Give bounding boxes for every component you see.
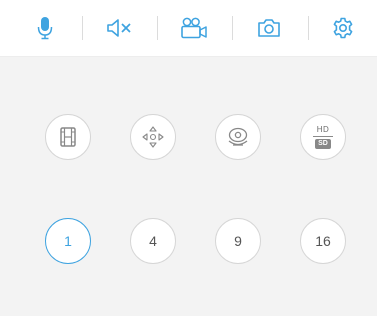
settings-button[interactable] [327,13,359,43]
split-16-label: 16 [315,233,331,249]
split-4-button[interactable]: 4 [130,218,176,264]
microphone-button[interactable] [29,13,61,43]
split-1-button[interactable]: 1 [45,218,91,264]
directional-pad-icon [142,126,164,148]
film-strip-icon [60,127,76,147]
split-9-label: 9 [234,233,242,249]
video-camera-icon [181,17,207,39]
sd-label: SD [315,139,331,149]
camera-view-button[interactable] [215,114,261,160]
control-panel: HD SD 1 4 9 16 [0,57,377,316]
camera-icon [258,19,280,37]
toolbar-divider [232,16,233,40]
ptz-control-button[interactable] [130,114,176,160]
mute-button[interactable] [103,13,135,43]
split-16-button[interactable]: 16 [300,218,346,264]
toolbar-divider [308,16,309,40]
split-1-label: 1 [64,233,72,249]
quality-toggle-button[interactable]: HD SD [300,114,346,160]
microphone-icon [37,17,53,40]
speaker-muted-icon [107,19,131,37]
toolbar-divider [157,16,158,40]
hd-sd-divider [313,136,333,137]
snapshot-button[interactable] [253,13,285,43]
record-button[interactable] [178,13,210,43]
toolbar-divider [82,16,83,40]
hd-label: HD [316,125,330,134]
gear-icon [333,17,353,39]
split-9-button[interactable]: 9 [215,218,261,264]
playback-button[interactable] [45,114,91,160]
hd-sd-icon: HD SD [313,125,333,149]
top-toolbar [0,0,377,57]
split-4-label: 4 [149,233,157,249]
webcam-icon [228,127,248,146]
